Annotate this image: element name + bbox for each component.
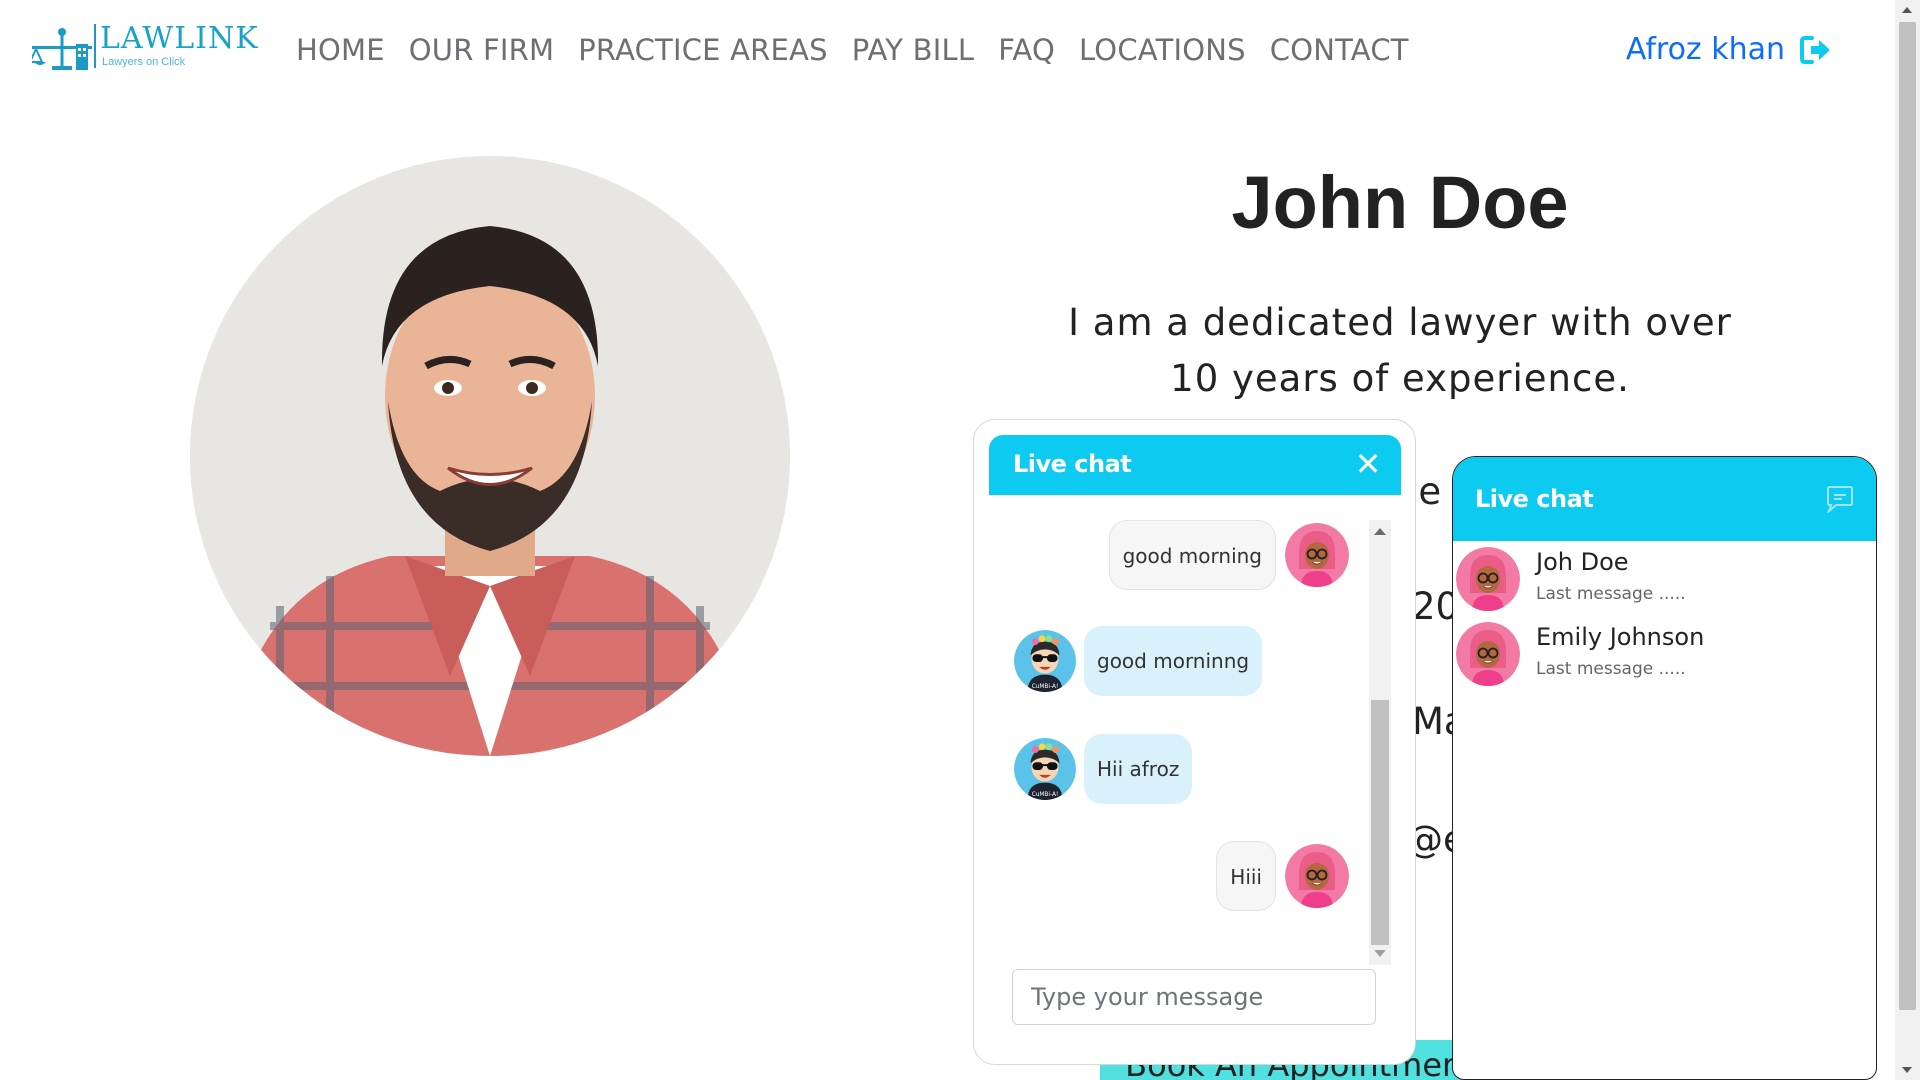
contact-list-header: Live chat [1453,457,1876,541]
message-bubble: Hii afroz [1084,734,1193,804]
user-menu: Afroz khan [1626,30,1833,70]
contact-avatar [1014,630,1076,692]
brand-logo[interactable]: LAWLINK Lawyers on Click [32,22,258,72]
brand-subtitle: Lawyers on Click [102,56,186,68]
user-avatar [1285,844,1349,908]
scales-of-justice-icon [32,28,92,70]
profile-bio: I am a dedicated lawyer with over 10 yea… [1060,295,1740,407]
nav-locations[interactable]: LOCATIONS [1067,30,1258,70]
message-bubble: good morning [1108,520,1276,590]
message-received: good morninng [1014,626,1263,696]
profile-name: John Doe [1231,161,1569,244]
chat-scrollbar[interactable] [1369,520,1391,965]
contact-list-title: Live chat [1475,485,1594,513]
user-name-link[interactable]: Afroz khan [1626,30,1785,70]
contact-name: Emily Johnson [1536,623,1705,651]
nav-home[interactable]: HOME [296,30,397,70]
message-bubble: good morninng [1084,626,1263,696]
chat-header: Live chat ✕ [989,435,1401,495]
bio-line-2: 10 years of experience. [1170,357,1630,400]
message-sent: Hiii [1216,841,1349,911]
contact-last-message: Last message ..... [1536,584,1686,604]
live-chat-window: Live chat ✕ good morning good morninng H… [973,419,1416,1065]
user-avatar [1285,523,1349,587]
contact-avatar [1456,547,1520,611]
page-scroll-thumb[interactable] [1899,22,1916,1010]
contact-item[interactable]: Joh Doe Last message ..... [1453,542,1876,617]
lawyer-portrait-illustration [190,156,790,756]
page-scrollbar[interactable] [1895,0,1920,1080]
message-received: Hii afroz [1014,734,1193,804]
sign-out-icon[interactable] [1799,33,1833,67]
brand-title: LAWLINK [100,21,259,56]
navbar: LAWLINK Lawyers on Click HOME OUR FIRM P… [0,0,1895,100]
contact-item[interactable]: Emily Johnson Last message ..... [1453,617,1876,692]
chat-bubble-icon[interactable] [1824,485,1856,513]
chat-title: Live chat [1013,450,1132,478]
nav-our-firm[interactable]: OUR FIRM [397,30,566,70]
nav-pay-bill[interactable]: PAY BILL [840,30,987,70]
message-bubble: Hiii [1216,841,1276,911]
page-scroll-down-arrow[interactable] [1902,1067,1912,1073]
lawyer-photo [190,156,790,756]
contact-avatar [1456,622,1520,686]
nav-contact[interactable]: CONTACT [1258,30,1421,70]
contact-last-message: Last message ..... [1536,659,1686,679]
scroll-down-arrow[interactable] [1374,950,1386,957]
main-nav: HOME OUR FIRM PRACTICE AREAS PAY BILL FA… [296,30,1421,70]
nav-faq[interactable]: FAQ [986,30,1067,70]
message-input[interactable] [1012,969,1376,1025]
scroll-up-arrow[interactable] [1374,528,1386,535]
scroll-thumb[interactable] [1371,700,1389,945]
bio-line-1: I am a dedicated lawyer with over [1068,301,1732,344]
page-scroll-up-arrow[interactable] [1902,7,1912,13]
message-sent: good morning [1108,520,1349,590]
contact-avatar [1014,738,1076,800]
logo-divider [94,24,96,68]
contact-name: Joh Doe [1536,548,1629,576]
chat-messages[interactable]: good morning good morninng Hii afroz Hii… [989,520,1401,965]
close-icon[interactable]: ✕ [1353,447,1383,481]
nav-practice-areas[interactable]: PRACTICE AREAS [566,30,839,70]
contact-list-panel: Live chat Joh Doe Last message ..... Emi… [1452,456,1877,1080]
